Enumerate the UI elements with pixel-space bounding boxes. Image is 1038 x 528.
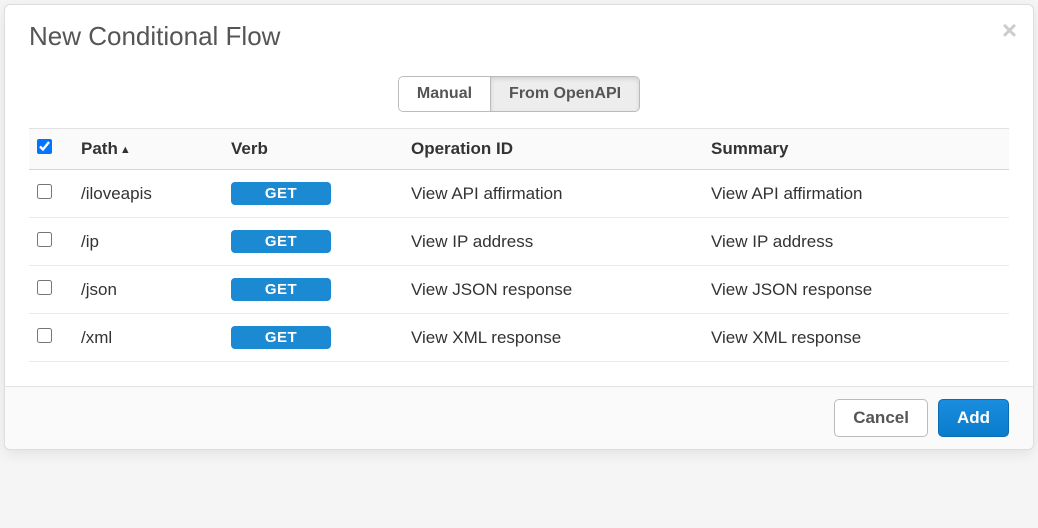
close-icon[interactable]: × (1002, 17, 1017, 43)
verb-badge: GET (231, 278, 331, 301)
column-summary[interactable]: Summary (703, 129, 1009, 170)
table-row: /iloveapis GET View API affirmation View… (29, 170, 1009, 218)
column-path[interactable]: Path▲ (73, 129, 223, 170)
tab-from-openapi[interactable]: From OpenAPI (491, 76, 640, 112)
cell-summary: View IP address (703, 218, 1009, 266)
column-path-label: Path (81, 139, 118, 158)
sort-asc-icon: ▲ (120, 144, 131, 156)
verb-badge: GET (231, 326, 331, 349)
cell-summary: View API affirmation (703, 170, 1009, 218)
column-select-all (29, 129, 73, 170)
select-all-checkbox[interactable] (37, 139, 52, 154)
cell-path: /iloveapis (73, 170, 223, 218)
cancel-button[interactable]: Cancel (834, 399, 928, 437)
tab-row: Manual From OpenAPI (5, 76, 1033, 128)
modal-title: New Conditional Flow (29, 21, 1009, 52)
verb-badge: GET (231, 230, 331, 253)
cell-summary: View XML response (703, 314, 1009, 362)
row-checkbox[interactable] (37, 328, 52, 343)
operations-table-wrap: Path▲ Verb Operation ID Summary /iloveap… (5, 128, 1033, 386)
cell-summary: View JSON response (703, 266, 1009, 314)
modal-header: New Conditional Flow × (5, 5, 1033, 76)
table-row: /ip GET View IP address View IP address (29, 218, 1009, 266)
cell-operation-id: View JSON response (403, 266, 703, 314)
table-row: /xml GET View XML response View XML resp… (29, 314, 1009, 362)
column-operation-id[interactable]: Operation ID (403, 129, 703, 170)
new-conditional-flow-modal: New Conditional Flow × Manual From OpenA… (4, 4, 1034, 450)
tab-manual[interactable]: Manual (398, 76, 491, 112)
operations-table: Path▲ Verb Operation ID Summary /iloveap… (29, 128, 1009, 362)
cell-path: /ip (73, 218, 223, 266)
cell-path: /xml (73, 314, 223, 362)
verb-badge: GET (231, 182, 331, 205)
cell-operation-id: View XML response (403, 314, 703, 362)
add-button[interactable]: Add (938, 399, 1009, 437)
column-verb[interactable]: Verb (223, 129, 403, 170)
cell-operation-id: View API affirmation (403, 170, 703, 218)
row-checkbox[interactable] (37, 184, 52, 199)
cell-operation-id: View IP address (403, 218, 703, 266)
row-checkbox[interactable] (37, 232, 52, 247)
segmented-control: Manual From OpenAPI (398, 76, 640, 112)
cell-path: /json (73, 266, 223, 314)
row-checkbox[interactable] (37, 280, 52, 295)
modal-footer: Cancel Add (5, 386, 1033, 449)
table-row: /json GET View JSON response View JSON r… (29, 266, 1009, 314)
